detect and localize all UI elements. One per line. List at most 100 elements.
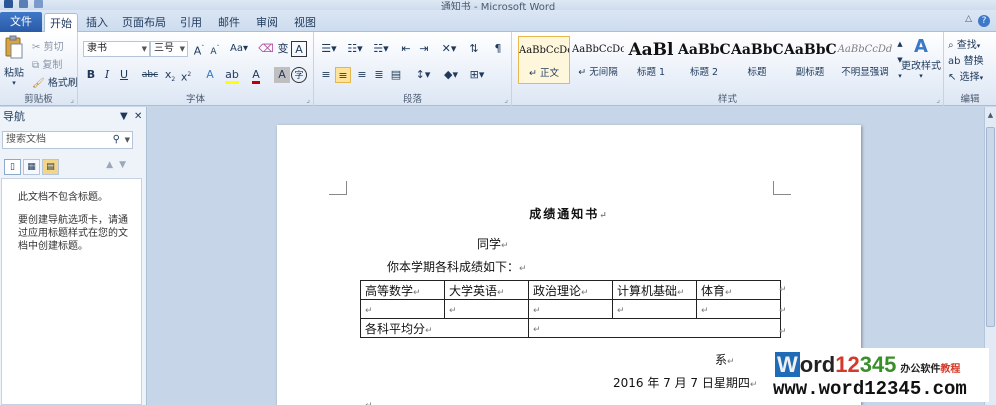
subscript-icon[interactable]: x2 — [162, 67, 178, 83]
character-shading-icon[interactable]: A — [274, 67, 290, 83]
style-subtitle[interactable]: AaBbC 副标题 — [784, 36, 836, 84]
nav-view-tabs: ▯ ▦ ▤ — [4, 159, 59, 175]
tab-references[interactable]: 引用 — [176, 13, 206, 32]
chinese-layout-icon[interactable]: ✕▾ — [438, 41, 460, 57]
average-label-cell[interactable]: 各科平均分↵ — [360, 318, 529, 338]
line-spacing-icon[interactable]: ↕▾ — [412, 67, 434, 83]
table-header-cell[interactable]: 高等数学↵ — [360, 280, 445, 300]
chevron-down-icon[interactable]: ▼ — [125, 132, 130, 148]
paste-label: 粘贴 — [4, 68, 24, 79]
scrollbar-thumb[interactable] — [986, 127, 995, 327]
enclose-characters-icon[interactable]: 字 — [291, 67, 307, 83]
select-button[interactable]: ↖ 选择▾ — [948, 68, 983, 83]
paragraph-mark: ↵ — [519, 264, 527, 274]
table-header-cell[interactable]: 体育↵ — [696, 280, 781, 300]
style-subtle-emphasis[interactable]: AaBbCcDd 不明显强调 — [837, 36, 893, 84]
paragraph-mark: ↵ — [727, 357, 735, 367]
underline-icon[interactable]: U — [116, 67, 132, 83]
table-header-cell[interactable]: 大学英语↵ — [444, 280, 529, 300]
help-icon[interactable]: ? — [978, 15, 990, 27]
average-value-cell[interactable]: ↵ — [528, 318, 781, 338]
character-border-icon[interactable]: A — [291, 41, 307, 57]
tab-review[interactable]: 审阅 — [252, 13, 282, 32]
numbering-icon[interactable]: ☷▾ — [344, 41, 366, 57]
dialog-launcher-icon[interactable]: ⌟ — [306, 95, 310, 104]
nav-prev-next[interactable]: ▲▼ — [106, 160, 132, 170]
style-normal[interactable]: AaBbCcDc ↵ 正文 — [518, 36, 570, 84]
cut-label: 剪切 — [43, 42, 64, 53]
tab-insert[interactable]: 插入 — [82, 13, 112, 32]
font-color-icon[interactable]: A — [248, 67, 264, 84]
phonetic-guide-icon[interactable]: 变 — [275, 41, 291, 57]
tab-mailings[interactable]: 邮件 — [214, 13, 244, 32]
copy-label: 复制 — [42, 60, 63, 71]
nav-empty-message: 此文档不包含标题。 — [18, 192, 108, 203]
table-header-cell[interactable]: 政治理论↵ — [528, 280, 613, 300]
table-header-cell[interactable]: 计算机基础↵ — [612, 280, 697, 300]
increase-indent-icon[interactable]: ⇥ — [416, 41, 432, 57]
nav-pane-menu-icon[interactable]: ▼ — [120, 107, 128, 127]
align-right-icon[interactable]: ≡ — [354, 67, 370, 83]
search-icon[interactable]: ⚲ — [113, 132, 120, 148]
change-styles-button[interactable]: A 更改样式 ▾ — [900, 36, 942, 80]
superscript-icon[interactable]: x2 — [178, 67, 194, 84]
shading-icon[interactable]: ◆▾ — [440, 67, 462, 83]
styles-group-label: 样式 ⌟ — [717, 94, 940, 105]
multilevel-list-icon[interactable]: ☵▾ — [370, 41, 392, 57]
table-cell[interactable]: ↵ — [612, 299, 697, 319]
dialog-launcher-icon[interactable]: ⌟ — [70, 95, 74, 104]
grow-font-icon[interactable]: Aˆ — [191, 41, 207, 58]
browse-headings-icon[interactable]: ▯ — [4, 159, 21, 175]
justify-icon[interactable]: ≣ — [371, 67, 387, 83]
table-cell[interactable]: ↵ — [444, 299, 529, 319]
scissors-icon: ✂ — [32, 42, 41, 53]
table-cell[interactable]: ↵ — [696, 299, 781, 319]
style-heading-1[interactable]: AaBl 标题 1 — [625, 36, 677, 84]
show-marks-icon[interactable]: ¶ — [490, 41, 506, 57]
font-name-select[interactable]: 隶书 ▼ — [83, 41, 150, 57]
distributed-icon[interactable]: ▤ — [388, 67, 404, 83]
borders-icon[interactable]: ⊞▾ — [466, 67, 488, 83]
cut-button[interactable]: ✂ 剪切 — [32, 38, 64, 53]
style-heading-2[interactable]: AaBbC 标题 2 — [678, 36, 730, 84]
replace-button[interactable]: ab 替换 — [948, 52, 984, 67]
align-left-icon[interactable]: ≡ — [318, 67, 334, 83]
paragraph-group: ☰▾ ☷▾ ☵▾ ⇤ ⇥ ✕▾ ⇅ ¶ ≡ ≡ ≡ ≣ ▤ ↕▾ ◆▾ ⊞▾ 段… — [314, 32, 512, 106]
clear-format-icon[interactable]: ⌫ — [258, 41, 274, 57]
nav-search-input[interactable]: 搜索文档 ⚲ ▼ — [2, 131, 133, 149]
decrease-indent-icon[interactable]: ⇤ — [398, 41, 414, 57]
close-icon[interactable]: ✕ — [134, 107, 142, 127]
change-styles-icon: A — [914, 36, 928, 57]
browse-results-icon[interactable]: ▤ — [42, 159, 59, 175]
sort-icon[interactable]: ⇅ — [466, 41, 482, 57]
scroll-up-icon[interactable]: ▲ — [985, 111, 996, 119]
format-painter-button[interactable]: 🖌 格式刷 — [32, 74, 78, 89]
style-title[interactable]: AaBbC 标题 — [731, 36, 783, 84]
style-no-spacing[interactable]: AaBbCcDc ↵ 无间隔 — [572, 36, 624, 84]
table-cell[interactable]: ↵ — [528, 299, 613, 319]
tab-page-layout[interactable]: 页面布局 — [120, 13, 168, 32]
highlight-icon[interactable]: ab — [224, 67, 240, 84]
strikethrough-icon[interactable]: abc — [140, 67, 160, 83]
copy-button[interactable]: ⧉ 复制 — [32, 56, 62, 71]
table-cell[interactable]: ↵ — [360, 299, 445, 319]
tab-home[interactable]: 开始 — [44, 13, 78, 32]
paste-button[interactable]: 粘贴 ▾ — [2, 35, 26, 87]
browse-pages-icon[interactable]: ▦ — [23, 159, 40, 175]
find-button[interactable]: ⌕ 查找▾ — [948, 36, 980, 51]
font-size-select[interactable]: 三号 ▼ — [150, 41, 188, 57]
site-watermark-logo: Word12345 办公软件教程 www.word12345.com — [767, 348, 989, 402]
change-case-icon[interactable]: Aa▾ — [228, 41, 250, 57]
align-center-icon[interactable]: ≡ — [335, 67, 351, 83]
tab-file[interactable]: 文件 — [0, 12, 42, 32]
dialog-launcher-icon[interactable]: ⌟ — [936, 95, 940, 104]
italic-icon[interactable]: I — [99, 67, 115, 83]
bullets-icon[interactable]: ☰▾ — [318, 41, 340, 57]
shrink-font-icon[interactable]: Aˇ — [207, 41, 223, 57]
dialog-launcher-icon[interactable]: ⌟ — [504, 95, 508, 104]
tab-view[interactable]: 视图 — [290, 13, 320, 32]
minimize-ribbon-icon[interactable]: △ — [965, 14, 972, 24]
text-effects-icon[interactable]: A — [202, 67, 218, 83]
copy-icon: ⧉ — [32, 60, 40, 71]
bold-icon[interactable]: B — [83, 67, 99, 83]
